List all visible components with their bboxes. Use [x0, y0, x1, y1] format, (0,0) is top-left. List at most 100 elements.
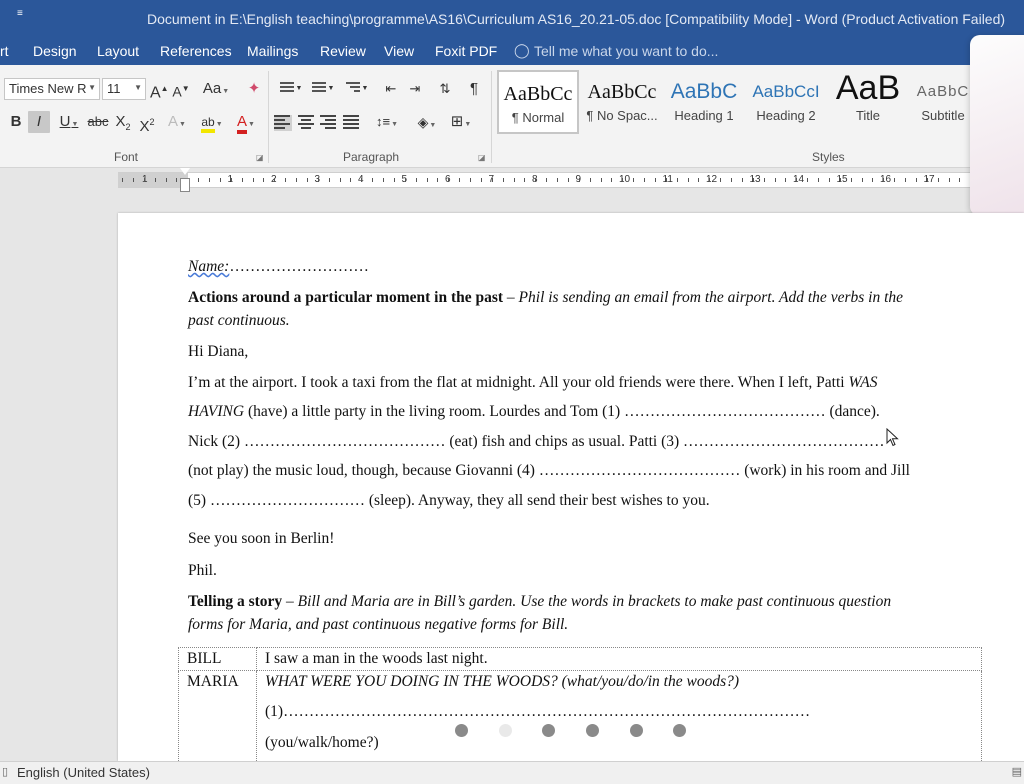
align-left-icon[interactable] — [274, 115, 292, 131]
justify-icon[interactable] — [343, 115, 361, 131]
ruler-tick — [339, 178, 341, 182]
decrease-indent-icon[interactable]: ⇤ — [380, 78, 402, 100]
numbering-icon[interactable] — [306, 80, 326, 96]
email-paragraph-line: Nick (2) ………………………………… (eat) fish and ch… — [188, 433, 885, 450]
align-center-icon[interactable] — [298, 115, 316, 131]
ruler-tick — [752, 178, 754, 182]
tab-review[interactable]: Review — [320, 43, 366, 59]
ruler-tick — [502, 178, 504, 182]
ruler-tick — [915, 178, 917, 182]
font-color-button[interactable]: A▼ — [230, 111, 262, 134]
ruler-number: 14 — [793, 174, 805, 185]
strikethrough-button[interactable]: abc — [86, 111, 110, 133]
style-normal[interactable]: AaBbCc ¶ Normal — [497, 70, 579, 134]
bold-button[interactable]: B — [6, 111, 26, 133]
section1-heading-line: Actions around a particular moment in th… — [188, 289, 903, 307]
chevron-down-icon[interactable]: ▼ — [294, 78, 304, 100]
change-case-button[interactable]: Aa▼ — [200, 78, 232, 100]
ruler-tick — [687, 178, 689, 182]
font-size-combo[interactable]: 11 ▼ — [102, 78, 146, 100]
tab-insert[interactable]: rt — [0, 43, 9, 59]
tab-view[interactable]: View — [384, 43, 414, 59]
clear-formatting-icon[interactable]: ✦ — [244, 78, 264, 100]
proofing-icon[interactable]: ▯ — [2, 765, 8, 778]
line-spacing-icon[interactable]: ↕≡▼ — [372, 111, 402, 133]
tab-foxit-pdf[interactable]: Foxit PDF — [435, 43, 497, 59]
show-formatting-marks-button[interactable]: ¶ — [464, 78, 484, 100]
pagination-dot[interactable] — [542, 724, 555, 737]
ruler-tick — [654, 178, 656, 182]
increase-indent-icon[interactable]: ⇥ — [404, 78, 426, 100]
pagination-dot[interactable] — [586, 724, 599, 737]
tab-mailings[interactable]: Mailings — [247, 43, 298, 59]
ruler-tick — [600, 178, 602, 182]
pagination-dot[interactable] — [630, 724, 643, 737]
pagination-dot-active[interactable] — [499, 724, 512, 737]
ruler-tick — [241, 178, 243, 182]
font-dialog-launcher-icon[interactable]: ◪ — [256, 153, 264, 162]
ruler-tick — [122, 178, 123, 182]
multilevel-list-icon[interactable] — [340, 80, 360, 96]
style-heading-2[interactable]: AaBbCcI Heading 2 — [745, 70, 827, 134]
chevron-down-icon[interactable]: ▼ — [360, 78, 370, 100]
email-greeting: Hi Diana, — [188, 343, 249, 360]
style-no-spacing[interactable]: AaBbCc ¶ No Spac... — [581, 70, 663, 134]
ruler-tick — [644, 178, 645, 182]
font-name-combo[interactable]: Times New R ▼ — [4, 78, 100, 100]
bullets-icon[interactable] — [274, 80, 294, 96]
tab-references[interactable]: References — [160, 43, 232, 59]
pagination-dot[interactable] — [673, 724, 686, 737]
style-subtitle[interactable]: AaBbC Subtitle — [909, 70, 977, 134]
shrink-font-button[interactable]: A▼ — [172, 78, 190, 100]
document-page[interactable]: Name:……………………… Actions around a particul… — [118, 213, 1024, 761]
grow-font-button[interactable]: A▲ — [150, 78, 169, 101]
ruler-tick — [926, 178, 928, 182]
ruler-tick — [176, 178, 178, 182]
sort-icon[interactable]: ⇅ — [434, 78, 456, 100]
subscript-button[interactable]: X2 — [112, 111, 134, 133]
ruler-tick — [818, 178, 819, 182]
section1-dash: – — [503, 289, 519, 306]
section2-title: Telling a story — [188, 593, 283, 610]
ruler-tick — [959, 178, 961, 182]
style-heading-1[interactable]: AaBbC Heading 1 — [663, 70, 745, 134]
ruler-tick — [296, 178, 297, 182]
ruler-tick — [437, 178, 439, 182]
ruler-tick — [263, 178, 265, 182]
tell-me-search[interactable]: Tell me what you want to do... — [534, 43, 718, 59]
window-title: Document in E:\English teaching\programm… — [147, 11, 1006, 27]
name-label: Name: — [188, 258, 230, 275]
ruler-tick — [535, 178, 537, 182]
floating-side-panel[interactable] — [970, 35, 1024, 216]
paragraph-group-label: Paragraph — [343, 150, 400, 164]
style-title[interactable]: AaB Title — [827, 70, 909, 134]
ribbon-tabs: rt Design Layout References Mailings Rev… — [0, 37, 1024, 65]
ruler-tick — [850, 178, 852, 182]
view-mode-icon[interactable]: ▤ — [1012, 765, 1022, 778]
tab-design[interactable]: Design — [33, 43, 77, 59]
language-indicator[interactable]: English (United States) — [17, 765, 150, 780]
chevron-down-icon: ▼ — [134, 83, 142, 92]
pagination-dot[interactable] — [455, 724, 468, 737]
tab-layout[interactable]: Layout — [97, 43, 139, 59]
ruler-tick — [393, 178, 395, 182]
ruler-tick — [828, 178, 830, 182]
ruler-tick — [198, 178, 200, 182]
superscript-button[interactable]: X2 — [136, 111, 158, 135]
borders-icon[interactable]: ⊞▼ — [446, 111, 476, 133]
horizontal-ruler[interactable]: 11234567891011121314151617 — [118, 172, 970, 188]
align-right-icon[interactable] — [320, 115, 338, 131]
ruler-tick — [774, 178, 776, 182]
left-indent-marker[interactable] — [180, 178, 190, 192]
paragraph-dialog-launcher-icon[interactable]: ◪ — [478, 153, 486, 162]
quick-access-toolbar-icon[interactable]: ≡ — [17, 8, 23, 19]
chevron-down-icon[interactable]: ▼ — [326, 78, 336, 100]
highlight-color-button[interactable]: ab▼ — [196, 111, 228, 133]
italic-button[interactable]: I — [28, 111, 50, 133]
ruler-tick — [459, 178, 461, 182]
ruler-number: 11 — [662, 174, 673, 185]
text-effects-button[interactable]: A▼ — [164, 111, 190, 133]
shading-icon[interactable]: ◈▼ — [412, 111, 442, 133]
underline-button[interactable]: U▼ — [54, 111, 84, 133]
first-line-indent-marker[interactable] — [180, 168, 190, 175]
